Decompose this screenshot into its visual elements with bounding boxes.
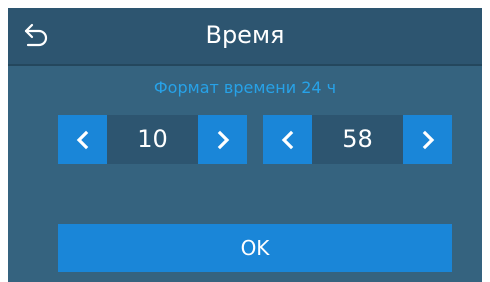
chevron-left-icon bbox=[76, 130, 88, 149]
chevron-right-icon bbox=[217, 130, 229, 149]
hours-decrement-button[interactable] bbox=[58, 115, 107, 164]
chevron-left-icon bbox=[281, 130, 293, 149]
minutes-value: 58 bbox=[312, 115, 403, 164]
page-title: Время bbox=[205, 21, 285, 49]
time-settings-screen: Время Формат времени 24 ч 10 58 OK bbox=[8, 8, 482, 282]
chevron-right-icon bbox=[422, 130, 434, 149]
minutes-decrement-button[interactable] bbox=[263, 115, 312, 164]
header-bar: Время bbox=[8, 8, 482, 66]
hours-increment-button[interactable] bbox=[198, 115, 247, 164]
hours-value: 10 bbox=[107, 115, 198, 164]
minutes-increment-button[interactable] bbox=[403, 115, 452, 164]
ok-button[interactable]: OK bbox=[58, 224, 452, 272]
time-format-label: Формат времени 24 ч bbox=[153, 78, 337, 97]
